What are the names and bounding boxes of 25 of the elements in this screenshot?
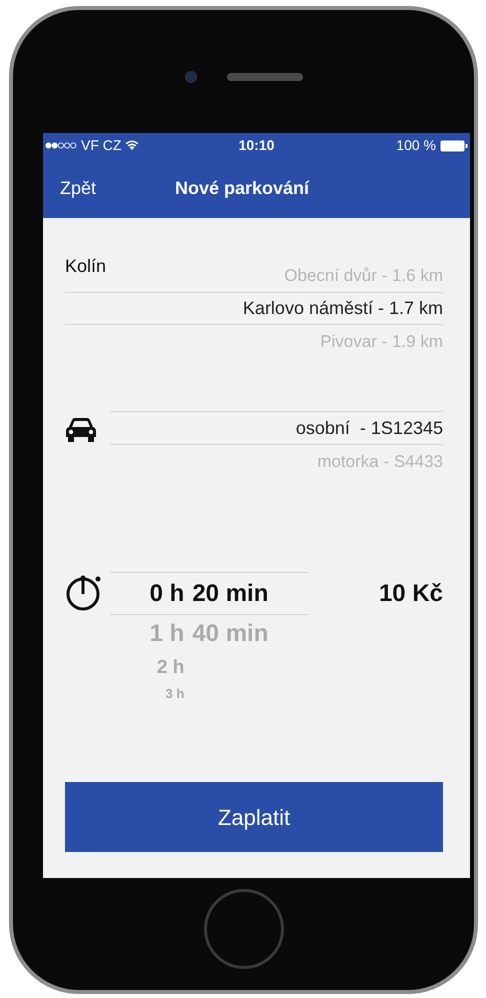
location-option[interactable]: Obecní dvůr - 1.6 km — [284, 262, 443, 288]
pay-button[interactable]: Zaplatit — [65, 782, 443, 852]
speaker-icon — [226, 72, 302, 80]
price-label: 10 Kč — [378, 578, 443, 608]
battery-icon — [440, 140, 468, 152]
back-button[interactable]: Zpět — [60, 174, 175, 202]
location-option[interactable]: Pivovar - 1.9 km — [320, 328, 443, 354]
minute-option[interactable]: 40 min — [192, 616, 268, 652]
carrier-name: VF CZ — [81, 136, 122, 155]
minute-option[interactable]: 20 min — [192, 576, 268, 612]
wifi-icon — [125, 140, 140, 151]
signal-icon — [45, 142, 77, 149]
city-label: Kolín — [65, 255, 108, 278]
vehicle-option[interactable]: motorka - S4433 — [317, 449, 443, 475]
clock-time: 10:10 — [238, 136, 276, 155]
hour-option[interactable]: 0 h — [150, 576, 184, 612]
hour-option[interactable]: 2 h — [156, 654, 184, 683]
car-icon — [65, 417, 97, 443]
camera-icon — [184, 70, 196, 82]
hour-option[interactable]: 3 h — [166, 687, 184, 700]
hour-option[interactable]: 1 h — [150, 616, 184, 652]
vehicle-option[interactable]: osobní - 1S12345 — [296, 414, 443, 442]
screen-title: Nové parkování — [175, 176, 310, 200]
location-option[interactable]: Karlovo náměstí - 1.7 km — [242, 295, 443, 322]
battery-percent: 100 % — [396, 136, 436, 155]
